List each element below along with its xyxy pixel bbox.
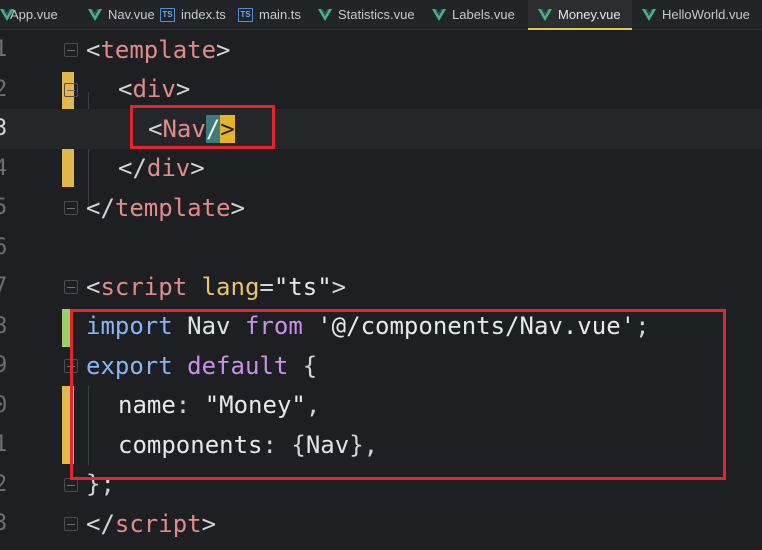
- fold-icon[interactable]: [64, 517, 78, 531]
- line-number: 0: [0, 392, 8, 418]
- tab-label: App.vue: [10, 7, 58, 22]
- line-number: 5: [0, 195, 8, 221]
- fold-icon[interactable]: [64, 43, 78, 57]
- code-line-5: 5 </template>: [0, 188, 762, 228]
- line-number: 9: [0, 353, 8, 379]
- fold-icon[interactable]: [64, 82, 78, 97]
- vue-icon: [88, 8, 102, 21]
- tab-app-vue[interactable]: App.vue: [0, 0, 88, 29]
- fold-icon[interactable]: [64, 280, 78, 294]
- tab-label: Nav.vue: [108, 7, 155, 22]
- ts-icon: TS: [160, 7, 175, 22]
- tab-money-vue[interactable]: Money.vue: [528, 0, 632, 30]
- tab-main-ts[interactable]: TS main.ts: [238, 0, 318, 29]
- code-text: </div>: [118, 154, 205, 183]
- annotation-box-nav-tag: [130, 105, 275, 149]
- code-text: <script lang="ts">: [86, 272, 347, 301]
- tab-index-ts[interactable]: TS index.ts: [160, 0, 238, 29]
- editor-tab-bar: App.vue Nav.vue TS index.ts TS main.ts S…: [0, 0, 762, 30]
- vue-icon: [538, 8, 552, 21]
- tab-label: Labels.vue: [452, 7, 515, 22]
- tab-label: index.ts: [181, 7, 226, 22]
- tab-label: HelloWorld.vue: [662, 7, 750, 22]
- line-number: 1: [0, 37, 8, 63]
- line-number: 8: [0, 313, 8, 339]
- line-number: 2: [0, 471, 8, 497]
- line-number: 2: [0, 76, 8, 102]
- tab-labels-vue[interactable]: Labels.vue: [432, 0, 528, 29]
- tab-label: Statistics.vue: [338, 7, 415, 22]
- code-line-3: 3 <Nav/>: [0, 109, 762, 149]
- code-text: </script>: [86, 509, 217, 538]
- code-line-7: 7 <script lang="ts">: [0, 267, 762, 307]
- line-number: 4: [0, 155, 8, 181]
- code-editor-window: App.vue Nav.vue TS index.ts TS main.ts S…: [0, 0, 762, 550]
- code-line-6: 6: [0, 228, 762, 268]
- fold-icon[interactable]: [64, 201, 78, 215]
- tab-statistics-vue[interactable]: Statistics.vue: [318, 0, 432, 29]
- line-number: 3: [0, 116, 8, 142]
- tab-nav-vue[interactable]: Nav.vue: [88, 0, 160, 29]
- code-line-13: 3 </script>: [0, 504, 762, 544]
- line-number: 3: [0, 511, 8, 537]
- vue-icon: [318, 8, 332, 21]
- code-text: <div>: [118, 75, 191, 104]
- line-number: 7: [0, 274, 8, 300]
- annotation-box-script-block: [70, 309, 726, 480]
- code-line-1: 1 <template>: [0, 30, 762, 70]
- code-area[interactable]: 1 <template> 2 <div> 3 <Nav/> 4 </div> 5…: [0, 30, 762, 550]
- code-text: <template>: [86, 35, 231, 64]
- line-number: 1: [0, 432, 8, 458]
- vue-icon: [642, 8, 656, 21]
- line-number: 6: [0, 234, 8, 260]
- code-text: </template>: [86, 193, 245, 222]
- tab-helloworld-vue[interactable]: HelloWorld.vue: [632, 0, 762, 29]
- code-line-4: 4 </div>: [0, 149, 762, 189]
- ts-icon: TS: [238, 7, 253, 22]
- tab-label: main.ts: [259, 7, 301, 22]
- vue-icon: [432, 8, 446, 21]
- tab-label: Money.vue: [558, 7, 621, 22]
- code-line-2: 2 <div>: [0, 70, 762, 110]
